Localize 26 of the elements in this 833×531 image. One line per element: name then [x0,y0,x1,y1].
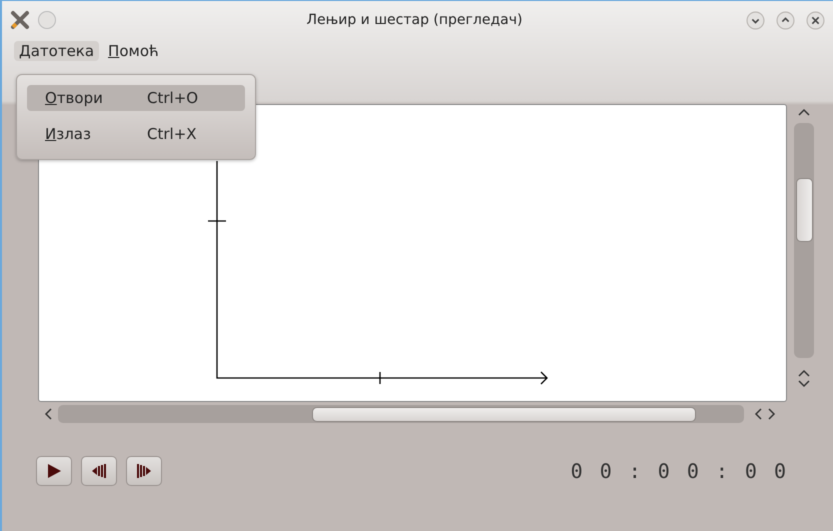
scroll-up-icon[interactable] [798,369,810,377]
minimize-button[interactable] [746,10,765,30]
step-forward-button[interactable] [126,456,162,486]
menu-item[interactable]: Датотека [14,41,100,61]
close-button[interactable] [806,10,825,30]
menu-item[interactable]: Излаз Ctrl+X [27,121,245,147]
window-title: Лењир и шестар (прегледач) [306,12,524,28]
scroll-left-icon[interactable] [754,408,762,420]
scroll-right-icon[interactable] [768,408,776,420]
scroll-down-icon[interactable] [798,380,810,388]
scrollbar-thumb[interactable] [312,407,696,422]
play-icon [46,463,62,479]
scrollbar-thumb[interactable] [796,178,814,242]
scroll-up-icon[interactable] [798,108,810,116]
scrollbar-track[interactable] [794,123,814,358]
step-forward-icon [136,463,152,479]
scroll-left-icon[interactable] [44,408,52,420]
step-back-icon [91,463,107,479]
menu-item[interactable]: Отвори Ctrl+O [27,85,245,111]
time-display: 00:00:00 [570,459,803,483]
menu-item[interactable]: Помоћ [103,41,164,61]
compass-icon [10,10,30,30]
step-back-button[interactable] [81,456,117,486]
maximize-button[interactable] [776,10,795,30]
play-button[interactable] [36,456,72,486]
scrollbar-track[interactable] [58,405,744,423]
